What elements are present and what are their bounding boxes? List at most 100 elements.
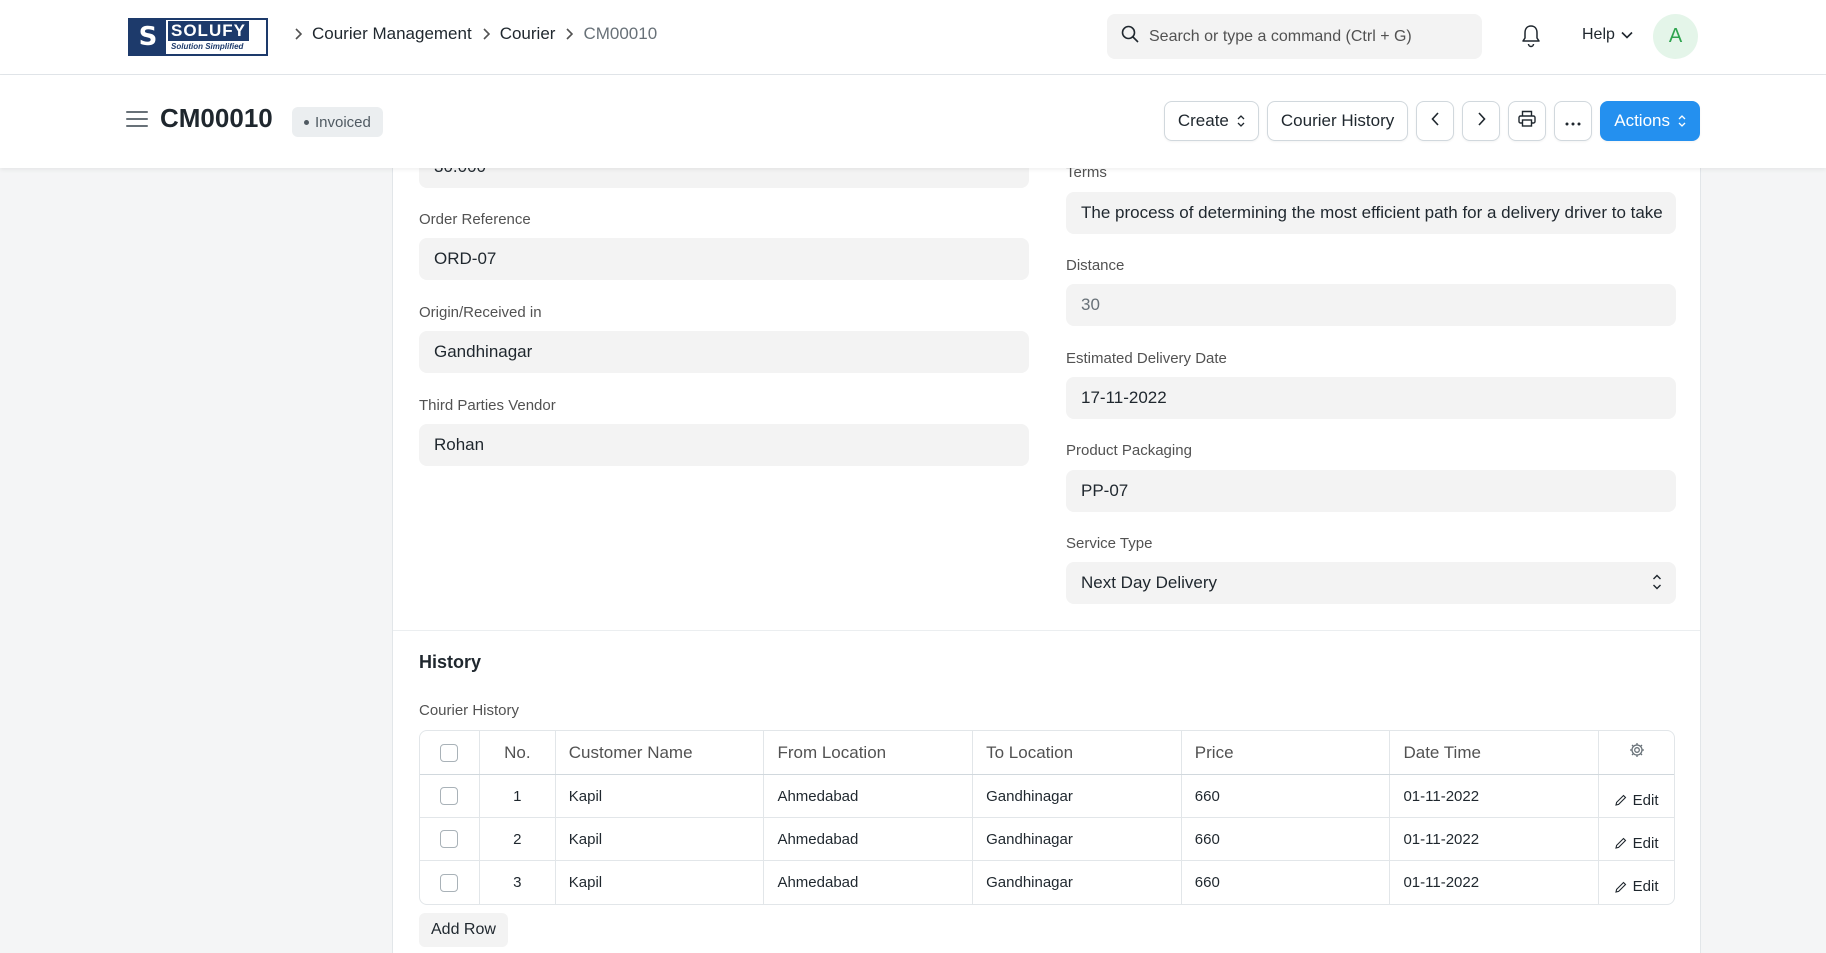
add-row-button[interactable]: Add Row — [419, 913, 508, 947]
bell-icon[interactable] — [1520, 24, 1544, 50]
terms-field[interactable]: The process of determining the most effi… — [1066, 192, 1676, 234]
service-type-value: Next Day Delivery — [1081, 573, 1218, 592]
chevron-right-icon — [482, 28, 490, 40]
actions-label: Actions — [1614, 111, 1670, 130]
courier-history-grid: No. Customer Name From Location To Locat… — [419, 730, 1675, 905]
column-header-customer: Customer Name — [556, 731, 765, 774]
row-to[interactable]: Gandhinagar — [973, 861, 1182, 904]
row-customer[interactable]: Kapil — [556, 861, 765, 904]
vendor-label: Third Parties Vendor — [419, 397, 556, 414]
order-reference-field[interactable]: ORD-07 — [419, 238, 1029, 280]
origin-label: Origin/Received in — [419, 304, 542, 321]
logo-mark: S — [130, 20, 166, 54]
breadcrumb-courier[interactable]: Courier — [500, 24, 556, 44]
table-row[interactable]: 2 Kapil Ahmedabad Gandhinagar 660 01-11-… — [420, 818, 1674, 861]
user-avatar[interactable]: A — [1653, 14, 1698, 59]
row-check-cell — [420, 775, 480, 817]
chevron-left-icon — [1431, 111, 1440, 131]
row-to[interactable]: Gandhinagar — [973, 818, 1182, 860]
awesomebar-search[interactable] — [1107, 14, 1482, 59]
gear-icon[interactable] — [1629, 742, 1645, 763]
edit-label: Edit — [1632, 878, 1659, 895]
print-button[interactable] — [1508, 101, 1547, 141]
distance-label: Distance — [1066, 257, 1125, 274]
courier-history-button[interactable]: Courier History — [1266, 101, 1409, 141]
status-dot — [304, 119, 309, 125]
row-no: 1 — [480, 775, 556, 817]
edit-row-button[interactable]: Edit — [1614, 834, 1659, 852]
breadcrumb-current[interactable]: CM00010 — [583, 24, 657, 44]
pencil-icon — [1614, 794, 1626, 806]
create-button[interactable]: Create — [1163, 101, 1259, 141]
row-from[interactable]: Ahmedabad — [764, 775, 974, 817]
row-checkbox[interactable] — [440, 830, 459, 848]
chevron-down-icon — [1621, 31, 1633, 39]
row-check-cell — [420, 861, 480, 904]
row-customer[interactable]: Kapil — [556, 818, 765, 860]
pencil-icon — [1614, 837, 1626, 849]
row-action-cell: Edit — [1599, 818, 1674, 860]
select-arrows-icon — [1652, 573, 1662, 591]
column-header-date: Date Time — [1390, 731, 1600, 774]
origin-field[interactable]: Gandhinagar — [419, 331, 1029, 373]
row-to[interactable]: Gandhinagar — [973, 775, 1182, 817]
edit-row-button[interactable]: Edit — [1614, 792, 1659, 809]
row-date[interactable]: 01-11-2022 — [1390, 861, 1600, 904]
courier-history-label: Courier History — [419, 702, 520, 719]
row-date[interactable]: 01-11-2022 — [1390, 818, 1600, 860]
grid-header-row: No. Customer Name From Location To Locat… — [420, 731, 1674, 775]
sidebar-toggle-icon[interactable] — [126, 111, 148, 129]
pencil-icon — [1614, 881, 1626, 893]
packaging-field[interactable]: PP-07 — [1066, 470, 1676, 512]
row-action-cell: Edit — [1599, 861, 1674, 904]
help-dropdown[interactable]: Help — [1582, 26, 1633, 44]
edit-row-button[interactable]: Edit — [1614, 878, 1659, 895]
column-header-to: To Location — [973, 731, 1182, 774]
row-customer[interactable]: Kapil — [556, 775, 765, 817]
chevron-right-icon — [294, 28, 302, 40]
status-badge: Invoiced — [292, 107, 383, 137]
row-checkbox[interactable] — [440, 787, 459, 805]
table-row[interactable]: 3 Kapil Ahmedabad Gandhinagar 660 01-11-… — [420, 861, 1674, 904]
search-input[interactable] — [1149, 27, 1469, 46]
page-head: CM00010 Invoiced Create Courier History — [0, 75, 1826, 168]
history-section-title: History — [419, 652, 482, 672]
actions-button[interactable]: Actions — [1600, 101, 1700, 141]
est-delivery-label: Estimated Delivery Date — [1066, 350, 1227, 367]
page-actions: Create Courier History Actions — [1163, 101, 1700, 141]
solufy-logo[interactable]: S SOLUFY Solution Simplified — [128, 18, 268, 56]
row-checkbox[interactable] — [440, 873, 459, 892]
row-no: 3 — [480, 861, 556, 904]
column-header-no: No. — [480, 731, 556, 774]
logo-name: SOLUFY — [168, 21, 249, 41]
table-row[interactable]: 1 Kapil Ahmedabad Gandhinagar 660 01-11-… — [420, 775, 1674, 818]
next-doc-button[interactable] — [1462, 101, 1501, 141]
service-type-select[interactable]: Next Day Delivery — [1066, 562, 1676, 604]
form-card: 30.000 Order Reference ORD-07 Origin/Rec… — [392, 146, 1701, 953]
column-header-from: From Location — [764, 731, 974, 774]
edit-label: Edit — [1632, 834, 1659, 852]
row-check-cell — [420, 818, 480, 860]
status-label: Invoiced — [315, 113, 371, 131]
row-price[interactable]: 660 — [1182, 861, 1391, 904]
select-all-checkbox[interactable] — [440, 743, 459, 762]
est-delivery-field[interactable]: 17-11-2022 — [1066, 377, 1676, 419]
breadcrumb-courier-management[interactable]: Courier Management — [312, 24, 472, 44]
section-divider — [393, 630, 1700, 631]
select-arrows-icon — [1678, 115, 1686, 127]
breadcrumb: Courier Management Courier CM00010 — [284, 24, 657, 44]
more-options-button[interactable] — [1554, 101, 1593, 141]
row-from[interactable]: Ahmedabad — [764, 861, 974, 904]
row-price[interactable]: 660 — [1182, 818, 1391, 860]
logo-tagline: Solution Simplified — [171, 42, 244, 51]
distance-field[interactable]: 30 — [1066, 284, 1676, 326]
row-date[interactable]: 01-11-2022 — [1390, 775, 1600, 817]
row-no: 2 — [480, 818, 556, 860]
row-price[interactable]: 660 — [1182, 775, 1391, 817]
vendor-field[interactable]: Rohan — [419, 424, 1029, 466]
row-from[interactable]: Ahmedabad — [764, 818, 974, 860]
create-label: Create — [1177, 111, 1229, 130]
search-icon — [1121, 25, 1139, 48]
previous-doc-button[interactable] — [1416, 101, 1455, 141]
logo-text: SOLUFY Solution Simplified — [166, 21, 249, 53]
